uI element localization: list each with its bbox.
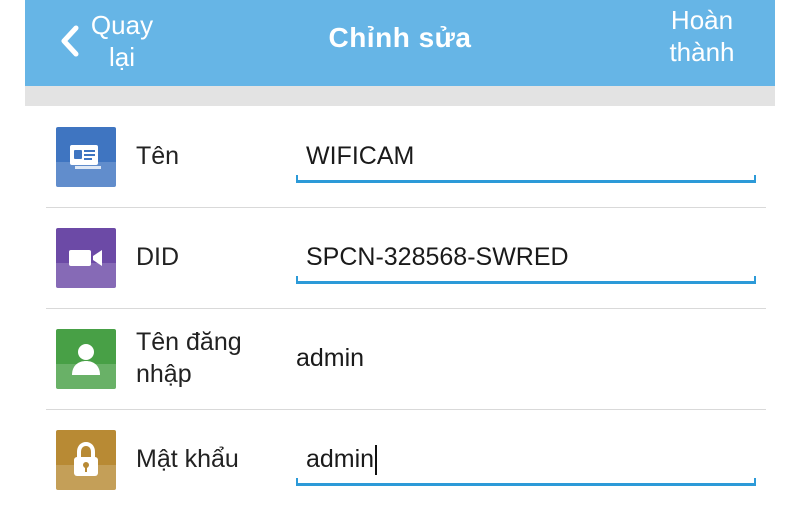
username-row: Tên đăng nhập admin: [46, 308, 766, 410]
id-card-icon: [56, 127, 116, 187]
username-value: admin: [296, 344, 365, 372]
password-label: Mật khẩu: [136, 445, 239, 473]
video-camera-icon: [56, 228, 116, 288]
password-input-underline: [296, 478, 756, 486]
lock-icon: [56, 430, 116, 490]
done-button[interactable]: Hoàn thành: [659, 4, 745, 68]
name-input-underline: [296, 175, 756, 183]
did-row: DID SPCN-328568-SWRED: [46, 207, 766, 309]
password-input-text: admin: [306, 445, 375, 473]
user-icon: [56, 329, 116, 389]
did-input-underline: [296, 276, 756, 284]
password-row: Mật khẩu admin: [46, 409, 766, 510]
name-input[interactable]: WIFICAM: [296, 132, 756, 180]
username-label: Tên đăng nhập: [136, 328, 242, 388]
name-row: Tên WIFICAM: [46, 106, 766, 208]
password-input[interactable]: admin: [296, 435, 756, 483]
name-label: Tên: [136, 142, 180, 170]
did-label: DID: [136, 243, 180, 271]
did-input[interactable]: SPCN-328568-SWRED: [296, 233, 756, 281]
separator-bar: [25, 86, 775, 106]
top-bar: Quay lại Chỉnh sửa Hoàn thành: [25, 0, 775, 86]
text-cursor: [375, 445, 378, 476]
